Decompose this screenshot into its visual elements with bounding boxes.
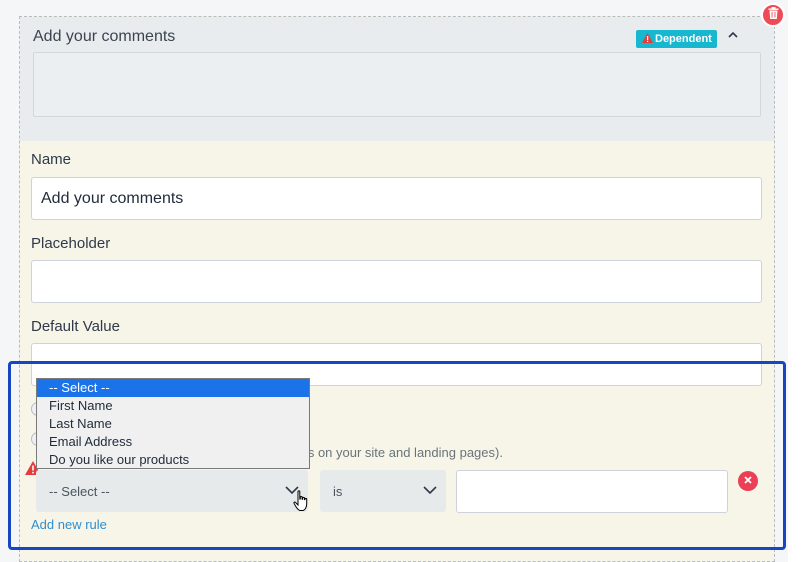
visibility-description: ms on your site and landing pages). <box>297 445 503 460</box>
dropdown-option-first-name[interactable]: First Name <box>37 397 309 415</box>
add-new-rule-link[interactable]: Add new rule <box>31 517 107 532</box>
warning-icon <box>642 32 653 46</box>
page-right-strip <box>788 0 808 562</box>
dependent-badge-label: Dependent <box>655 33 712 45</box>
collapse-chevron-up-icon[interactable] <box>727 28 739 44</box>
placeholder-input[interactable] <box>31 260 762 303</box>
chevron-down-icon <box>422 484 438 499</box>
rule-field-select-value: -- Select -- <box>49 483 110 499</box>
dropdown-option-last-name[interactable]: Last Name <box>37 415 309 433</box>
hand-cursor-icon <box>293 490 311 517</box>
preview-textarea <box>33 52 761 117</box>
close-icon <box>743 472 753 490</box>
name-label: Name <box>31 151 72 168</box>
name-input[interactable] <box>31 177 762 220</box>
preview-title: Add your comments <box>33 28 176 45</box>
dropdown-option-do-you-like-our-products[interactable]: Do you like our products <box>37 451 309 469</box>
dependent-badge: Dependent <box>636 30 717 48</box>
rule-field-select[interactable]: -- Select -- <box>36 470 308 512</box>
trash-icon <box>768 6 779 24</box>
rule-operator-select-value: is <box>333 483 343 499</box>
dropdown-option-email-address[interactable]: Email Address <box>37 433 309 451</box>
placeholder-label: Placeholder <box>31 235 111 252</box>
dropdown-option-select[interactable]: -- Select -- <box>37 379 309 397</box>
default-value-label: Default Value <box>31 318 120 335</box>
rule-value-input[interactable] <box>456 470 728 513</box>
field-select-dropdown-list: -- Select -- First Name Last Name Email … <box>36 378 310 469</box>
delete-field-button[interactable] <box>761 3 785 27</box>
remove-rule-button[interactable] <box>738 471 758 491</box>
rule-operator-select[interactable]: is <box>320 470 446 512</box>
